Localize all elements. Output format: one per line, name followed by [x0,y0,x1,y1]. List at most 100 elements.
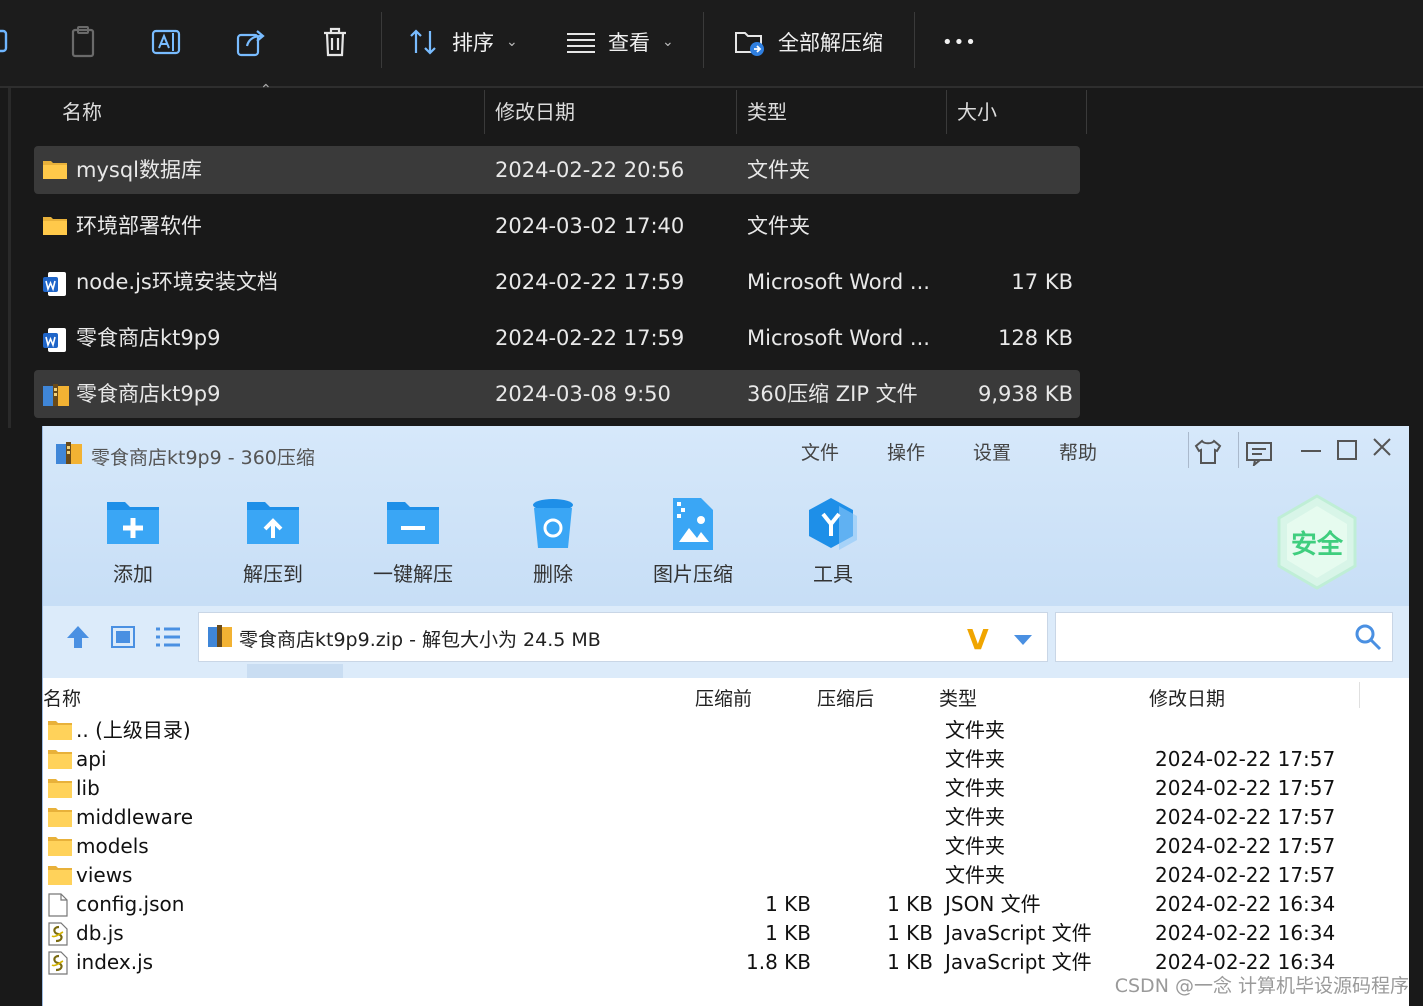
extract-to-icon [247,502,299,544]
zip-entry-modified: 2024-02-22 17:57 [1155,805,1336,829]
zip-row[interactable]: db.js 1 KB 1 KB JavaScript 文件 2024-02-22 16:… [43,919,1409,948]
zip-entry-modified: 2024-02-22 16:34 [1155,892,1336,916]
zip-row[interactable]: config.json 1 KB 1 KB JSON 文件 2024-02-22 16:… [43,890,1409,919]
new-item-icon[interactable] [0,22,14,62]
zip-row[interactable]: .. (上级目录) 文件夹 [43,716,1409,745]
column-header-size[interactable]: 大小 [957,90,997,134]
zip-entry-after: 1 KB [887,892,933,916]
menu-operate[interactable]: 操作 [887,438,925,465]
delete-label: 删除 [533,562,573,586]
zip-row[interactable]: api 文件夹 2024-02-22 17:57 [43,745,1409,774]
file-row[interactable]: mysql数据库 2024-02-22 20:56 文件夹 [34,146,1080,194]
zip-entry-name: .. (上级目录) [76,718,191,742]
zip-column-name[interactable]: 名称 [43,684,81,711]
thumbnail-view-icon[interactable] [111,626,135,652]
zip-row[interactable]: models 文件夹 2024-02-22 17:57 [43,832,1409,861]
extract-to-button[interactable]: 解压到 [223,496,323,586]
file-row[interactable]: 零食商店kt9p9 2024-02-22 17:59 Microsoft Word … [34,314,1080,362]
column-header-type[interactable]: 类型 [747,90,787,134]
file-type: 360压缩 ZIP 文件 [747,382,918,406]
zip-entry-name: middleware [76,805,193,829]
zip-entry-name: index.js [76,950,154,974]
file-size [934,202,1073,250]
menu-settings[interactable]: 设置 [973,438,1011,465]
list-view-icon[interactable] [155,626,181,652]
one-click-extract-icon [387,502,439,544]
zip-entry-type: 文件夹 [945,747,1005,771]
file-modified: 2024-02-22 17:59 [495,270,685,294]
blank-file-icon [47,893,69,921]
word-doc-icon [42,326,68,358]
zip-row[interactable]: lib 文件夹 2024-02-22 17:57 [43,774,1409,803]
folder-icon [47,748,73,774]
extract-to-label: 解压到 [243,562,303,586]
close-icon[interactable] [1371,436,1393,462]
rename-icon[interactable] [150,22,184,62]
feedback-icon[interactable] [1245,440,1273,470]
share-icon[interactable] [235,22,267,62]
image-compress-icon [673,498,713,550]
tools-button[interactable]: 工具 [783,496,883,586]
zip-entry-name: config.json [76,892,185,916]
more-options-icon: ••• [942,31,977,53]
security-shield-icon[interactable]: 安全 [1275,494,1359,594]
zip-column-before[interactable]: 压缩前 [695,684,752,711]
zip-entry-name: api [76,747,107,771]
word-doc-icon [42,270,68,302]
add-button[interactable]: 添加 [83,496,183,586]
sort-button[interactable]: 排序 ⌄ [408,22,518,62]
column-header-modified[interactable]: 修改日期 [495,90,575,134]
zip-entry-type: 文件夹 [945,776,1005,800]
address-dropdown-icon[interactable] [1013,631,1033,650]
file-modified: 2024-02-22 17:59 [495,326,685,350]
zip-app-icon [55,440,83,470]
minimize-icon[interactable] [1301,450,1321,452]
file-name: 环境部署软件 [76,214,202,238]
delete-icon[interactable] [320,22,350,62]
zip-entry-before [683,832,811,861]
zip-row[interactable]: middleware 文件夹 2024-02-22 17:57 [43,803,1409,832]
zip-entry-before [683,861,811,890]
zip-column-after[interactable]: 压缩后 [817,684,874,711]
zip-entry-before [683,774,811,803]
folder-icon [42,214,68,240]
sort-ascending-icon: ⌃ [260,82,272,98]
menu-file[interactable]: 文件 [801,438,839,465]
file-row[interactable]: 零食商店kt9p9 2024-03-08 9:50 360压缩 ZIP 文件 9,93… [34,370,1080,418]
sort-label: 排序 [452,31,494,55]
one-click-extract-label: 一键解压 [373,562,453,586]
zip-column-modified[interactable]: 修改日期 [1149,684,1225,711]
more-options-button[interactable]: ••• [942,22,977,62]
zip-list-header: 名称 压缩前 压缩后 类型 修改日期 [43,680,1409,712]
address-bar[interactable]: 零食商店kt9p9.zip - 解包大小为 24.5 MB V [198,612,1048,662]
extract-all-label: 全部解压缩 [778,31,883,55]
add-icon [107,502,159,544]
file-name: 零食商店kt9p9 [76,382,221,406]
file-type: Microsoft Word ... [747,326,930,350]
file-row[interactable]: 环境部署软件 2024-03-02 17:40 文件夹 [34,202,1080,250]
v-icon[interactable]: V [967,623,989,656]
zip-entry-type: 文件夹 [945,718,1005,742]
script-file-icon [47,951,69,979]
paste-icon[interactable] [68,22,98,62]
menu-help[interactable]: 帮助 [1059,438,1097,465]
column-header-name[interactable]: 名称 [62,90,102,134]
zip-file-icon [207,623,233,653]
zip-column-type[interactable]: 类型 [939,684,977,711]
skin-icon[interactable] [1193,438,1223,470]
up-arrow-icon[interactable] [65,624,91,654]
delete-button[interactable]: 删除 [503,496,603,586]
zip-row[interactable]: views 文件夹 2024-02-22 17:57 [43,861,1409,890]
maximize-icon[interactable] [1337,440,1357,460]
search-icon[interactable] [1354,623,1382,655]
search-input[interactable] [1055,612,1393,662]
zip-entry-before [683,745,811,774]
file-row[interactable]: node.js环境安装文档 2024-02-22 17:59 Microsoft W… [34,258,1080,306]
view-button[interactable]: 查看 ⌄ [566,22,674,62]
one-click-extract-button[interactable]: 一键解压 [363,496,463,586]
extract-all-button[interactable]: 全部解压缩 [734,22,883,62]
image-compress-button[interactable]: 图片压缩 [643,496,743,586]
explorer-toolbar: 排序 ⌄ 查看 ⌄ 全部解压缩 ••• [0,0,1423,86]
zip-entry-name: models [76,834,149,858]
zip-entry-after [813,861,933,890]
